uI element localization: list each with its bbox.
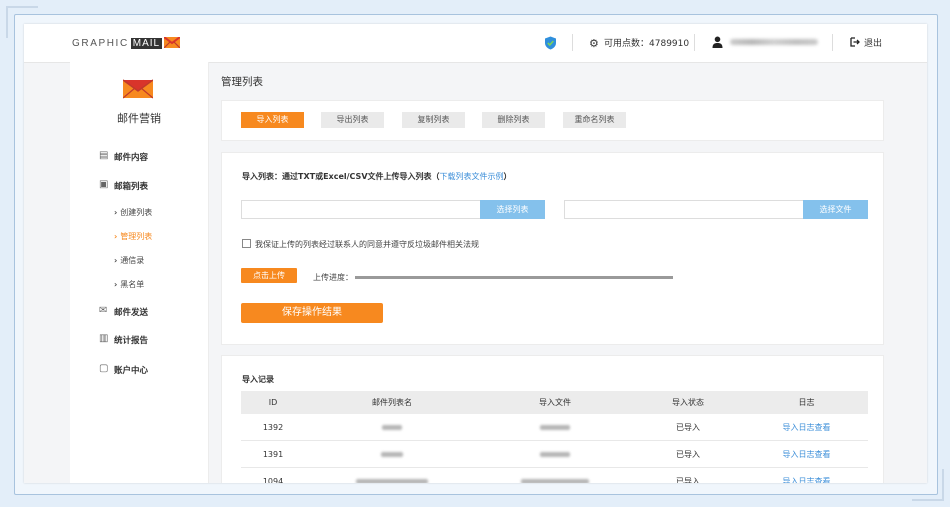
- points-value: 4789910: [649, 39, 690, 49]
- cell-status: 已导入: [631, 467, 745, 483]
- cell-file-redacted: [479, 440, 631, 468]
- table-row: 1391 已导入 导入日志查看: [241, 440, 868, 468]
- cell-list-name-redacted: [305, 440, 479, 468]
- tab-copy-list[interactable]: 复制列表: [402, 112, 465, 128]
- column-header-id: ID: [241, 391, 305, 414]
- sidebar-item-label: 邮箱列表: [114, 182, 149, 192]
- records-table: ID 邮件列表名 导入文件 导入状态 日志 1392 已导入 导入日志查看 13…: [241, 391, 868, 483]
- view-log-link[interactable]: 导入日志查看: [745, 440, 868, 468]
- sidebar-item-statistics[interactable]: ▥ 统计报告: [99, 333, 149, 346]
- tab-delete-list[interactable]: 删除列表: [482, 112, 545, 128]
- column-header-import-file: 导入文件: [479, 391, 631, 414]
- sidebar-item-contacts[interactable]: › 通信录: [114, 255, 144, 266]
- column-header-list-name: 邮件列表名: [305, 391, 479, 414]
- sidebar-title: 邮件营销: [117, 112, 161, 125]
- table-row: 1392 已导入 导入日志查看: [241, 414, 868, 441]
- bar-chart-icon: ▥: [99, 333, 109, 344]
- import-description-end: ）: [503, 172, 512, 181]
- choose-file-button[interactable]: 选择文件: [803, 200, 868, 219]
- sidebar-item-label: 邮件内容: [114, 153, 149, 163]
- logout-icon[interactable]: [850, 37, 860, 50]
- account-email-redacted[interactable]: [730, 39, 818, 45]
- agree-text: 我保证上传的列表经过联系人的同意并遵守反垃圾邮件相关法规: [255, 240, 479, 249]
- logo-mail-text: MAIL: [130, 38, 163, 49]
- cell-list-name-redacted: [305, 467, 479, 483]
- points-label: 可用点数：: [604, 39, 650, 49]
- action-tabs: 导入列表 导出列表 复制列表 删除列表 重命名列表: [221, 100, 884, 141]
- logout-link[interactable]: 退出: [864, 36, 882, 49]
- view-log-link[interactable]: 导入日志查看: [745, 414, 868, 441]
- sidebar-item-mail-content[interactable]: ▤ 邮件内容: [99, 150, 149, 163]
- column-header-log: 日志: [745, 391, 868, 414]
- upload-progress-fill: [355, 276, 673, 279]
- divider: [694, 34, 695, 51]
- logo-text: GRAPHIC: [72, 38, 129, 49]
- sidebar-item-create-list[interactable]: › 创建列表: [114, 207, 152, 218]
- cell-file-redacted: [479, 414, 631, 441]
- envelope-logo-icon: [163, 36, 181, 51]
- cell-id: 1094: [241, 467, 305, 483]
- table-header-row: ID 邮件列表名 导入文件 导入状态 日志: [241, 391, 868, 414]
- import-panel: 导入列表：通过TXT或Excel/CSV文件上传导入列表（下载列表文件示例） 选…: [221, 152, 884, 345]
- account-icon: ▢: [99, 363, 109, 374]
- points-display: 可用点数：4789910: [604, 36, 689, 49]
- list-file-input[interactable]: [241, 200, 481, 219]
- envelope-icon: [123, 79, 153, 99]
- download-example-link[interactable]: 下载列表文件示例: [440, 172, 504, 181]
- sidebar-item-label: 账户中心: [114, 366, 149, 376]
- sidebar-item-mail-send[interactable]: ✉ 邮件发送: [99, 305, 149, 318]
- view-log-link[interactable]: 导入日志查看: [745, 467, 868, 483]
- divider: [572, 34, 573, 51]
- upload-progress-bar: [355, 276, 673, 279]
- send-mail-icon: ✉: [99, 305, 108, 316]
- divider: [832, 34, 833, 51]
- list-icon: ▣: [99, 179, 109, 190]
- sidebar: 邮件营销 ▤ 邮件内容 ▣ 邮箱列表 › 创建列表 › 管理列表 › 通信录 › 黑名单: [70, 62, 209, 483]
- shield-icon[interactable]: [544, 36, 557, 50]
- sidebar-item-label: 黑名单: [120, 280, 145, 289]
- sidebar-item-label: 通信录: [120, 256, 145, 265]
- agree-checkbox[interactable]: [242, 239, 251, 248]
- sidebar-item-label: 统计报告: [114, 336, 149, 346]
- page-title: 管理列表: [221, 76, 263, 88]
- file-input[interactable]: [564, 200, 804, 219]
- import-description-text: 导入列表：通过TXT或Excel/CSV文件上传导入列表（: [242, 172, 440, 181]
- import-records-panel: 导入记录 ID 邮件列表名 导入文件 导入状态 日志 1392 已导入 导入日志…: [221, 355, 884, 483]
- user-icon: [712, 36, 723, 48]
- column-header-status: 导入状态: [631, 391, 745, 414]
- sidebar-item-manage-list[interactable]: › 管理列表: [114, 231, 152, 242]
- sidebar-item-label: 邮件发送: [114, 308, 149, 318]
- app-window: GRAPHIC MAIL ⚙ 可用点数：4789910 退出 邮件营销 ▤ 邮件…: [24, 24, 927, 483]
- gear-icon: ⚙: [589, 37, 599, 50]
- choose-list-button[interactable]: 选择列表: [480, 200, 545, 219]
- sidebar-item-account[interactable]: ▢ 账户中心: [99, 363, 149, 376]
- cell-status: 已导入: [631, 440, 745, 468]
- table-row: 1094 已导入 导入日志查看: [241, 467, 868, 483]
- sidebar-item-label: 管理列表: [120, 232, 153, 241]
- cell-list-name-redacted: [305, 414, 479, 441]
- cell-id: 1391: [241, 440, 305, 468]
- agree-checkbox-row[interactable]: 我保证上传的列表经过联系人的同意并遵守反垃圾邮件相关法规: [242, 239, 479, 250]
- upload-button[interactable]: 点击上传: [241, 268, 297, 283]
- tab-export-list[interactable]: 导出列表: [321, 112, 384, 128]
- sidebar-item-label: 创建列表: [120, 208, 153, 217]
- document-icon: ▤: [99, 150, 109, 161]
- cell-id: 1392: [241, 414, 305, 441]
- tab-import-list[interactable]: 导入列表: [241, 112, 304, 128]
- tab-rename-list[interactable]: 重命名列表: [563, 112, 626, 128]
- top-header: GRAPHIC MAIL ⚙ 可用点数：4789910 退出: [24, 24, 927, 63]
- save-results-button[interactable]: 保存操作结果: [241, 303, 383, 323]
- logo[interactable]: GRAPHIC MAIL: [72, 36, 181, 51]
- import-description: 导入列表：通过TXT或Excel/CSV文件上传导入列表（下载列表文件示例）: [242, 171, 512, 182]
- records-title: 导入记录: [242, 375, 274, 384]
- cell-file-redacted: [479, 467, 631, 483]
- cell-status: 已导入: [631, 414, 745, 441]
- sidebar-item-blacklist[interactable]: › 黑名单: [114, 279, 144, 290]
- sidebar-item-mailbox-list[interactable]: ▣ 邮箱列表: [99, 179, 149, 192]
- progress-label: 上传进度：: [313, 273, 353, 282]
